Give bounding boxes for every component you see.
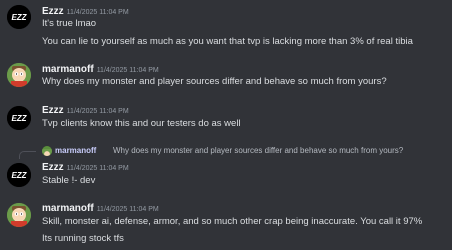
svg-text:EZZ: EZZ	[11, 171, 27, 180]
ezzz-logo-icon: EZZ	[7, 163, 31, 187]
message-line: Stable !- dev	[42, 175, 96, 186]
ezzz-avatar[interactable]: EZZ	[7, 163, 31, 187]
south-park-character-icon	[7, 63, 31, 87]
marmanoff-avatar[interactable]	[7, 63, 31, 87]
message-header: marmanoff 11/4/2025 11:04 PM	[42, 200, 159, 214]
reply-preview[interactable]: Why does my monster and player sources d…	[113, 144, 403, 158]
svg-text:EZZ: EZZ	[11, 13, 27, 22]
username[interactable]: marmanoff	[42, 203, 94, 214]
svg-text:EZZ: EZZ	[11, 114, 27, 123]
timestamp: 11/4/2025 11:04 PM	[66, 108, 129, 115]
south-park-character-icon	[7, 203, 31, 227]
message-header: Ezzz 11/4/2025 11:04 PM	[42, 159, 129, 173]
username[interactable]: marmanoff	[42, 64, 94, 75]
timestamp: 11/4/2025 11:04 PM	[96, 206, 159, 213]
message-line: You can lie to yourself as much as you w…	[42, 36, 413, 47]
username[interactable]: Ezzz	[42, 162, 64, 173]
ezzz-logo-icon: EZZ	[7, 106, 31, 130]
timestamp: 11/4/2025 11:04 PM	[96, 67, 159, 74]
message-header: Ezzz 11/4/2025 11:04 PM	[42, 102, 129, 116]
ezzz-avatar[interactable]: EZZ	[7, 5, 31, 29]
timestamp: 11/4/2025 11:04 PM	[66, 165, 129, 172]
message-line: Why does my monster and player sources d…	[42, 76, 387, 87]
username[interactable]: Ezzz	[42, 105, 64, 116]
reply-spine	[19, 151, 36, 159]
south-park-character-icon	[42, 149, 52, 156]
ezzz-avatar[interactable]: EZZ	[7, 106, 31, 130]
message-header: marmanoff 11/4/2025 11:04 PM	[42, 61, 159, 75]
message-line: Tvp clients know this and our testers do…	[42, 118, 241, 129]
message-line: Skill, monster ai, defense, armor, and s…	[42, 216, 423, 227]
marmanoff-avatar[interactable]	[7, 203, 31, 227]
message-line: It's true lmao	[42, 18, 97, 29]
message-line: Its running stock tfs	[42, 233, 124, 244]
timestamp: 11/4/2025 11:04 PM	[66, 9, 129, 16]
message-header: Ezzz 11/4/2025 11:04 PM	[42, 3, 129, 17]
username[interactable]: Ezzz	[42, 6, 64, 17]
ezzz-logo-icon: EZZ	[7, 5, 31, 29]
reply-author[interactable]: marmanoff	[55, 144, 96, 158]
reply-avatar[interactable]	[42, 146, 52, 156]
